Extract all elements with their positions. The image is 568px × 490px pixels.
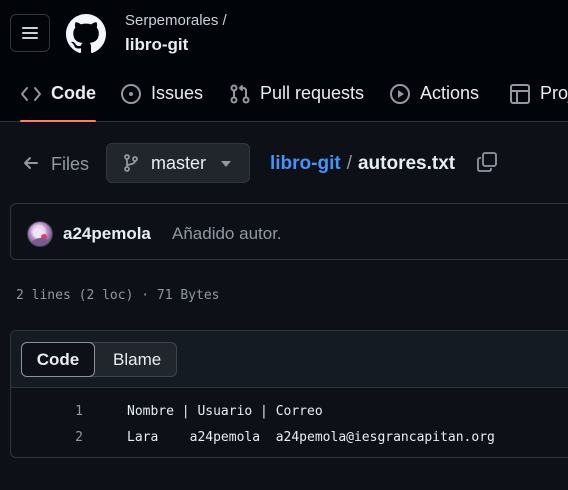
tab-actions[interactable]: Actions	[389, 76, 479, 122]
hamburger-icon	[22, 27, 38, 39]
blame-view-button[interactable]: Blame	[113, 350, 161, 370]
line-content: Nombre | Usuario | Correo	[127, 404, 323, 419]
branch-name: master	[151, 152, 207, 173]
git-pull-request-icon	[229, 83, 251, 105]
breadcrumb-file-name: autores.txt	[357, 153, 456, 174]
tab-pull-requests-label: Pull requests	[260, 83, 365, 103]
repo-name-link[interactable]: libro-git	[125, 35, 188, 55]
commit-author[interactable]: a24pemola	[63, 224, 151, 244]
line-number[interactable]: 1	[47, 404, 83, 419]
file-viewer: Code Blame 1 Nombre | Usuario | Correo 2…	[10, 330, 568, 458]
code-icon	[20, 83, 42, 105]
commit-message[interactable]: Añadido autor.	[172, 224, 282, 244]
tab-projects[interactable]: Proj	[509, 76, 568, 122]
tab-code-label: Code	[51, 83, 96, 103]
git-branch-icon	[124, 154, 138, 172]
tab-issues[interactable]: Issues	[120, 76, 203, 122]
file-meta: 2 lines (2 loc) · 71 Bytes	[16, 288, 220, 303]
breadcrumb-repo-link[interactable]: libro-git	[270, 153, 341, 174]
caret-down-icon	[221, 161, 231, 167]
arrow-left-icon[interactable]	[22, 154, 40, 172]
files-back-link[interactable]: Files	[51, 154, 89, 175]
copy-icon[interactable]	[477, 152, 497, 172]
repo-header: Serpemorales / libro-git Code Issues Pul…	[0, 0, 568, 122]
branch-selector[interactable]: master	[106, 143, 250, 183]
file-viewer-header: Code Blame	[11, 331, 568, 388]
view-mode-toggle: Code Blame	[21, 342, 177, 377]
table-icon	[509, 83, 531, 105]
avatar[interactable]	[27, 221, 53, 247]
breadcrumb-separator: /	[346, 153, 352, 174]
code-lines: 1 Nombre | Usuario | Correo 2 Lara a24pe…	[11, 399, 568, 451]
menu-button[interactable]	[10, 14, 50, 52]
tab-issues-label: Issues	[151, 83, 204, 103]
line-content: Lara a24pemola a24pemola@iesgrancapitan.…	[127, 430, 495, 445]
active-tab-underline	[20, 120, 96, 122]
code-line: 1 Nombre | Usuario | Correo	[11, 399, 568, 425]
tab-pull-requests[interactable]: Pull requests	[229, 76, 364, 122]
latest-commit-box: a24pemola Añadido autor.	[10, 203, 568, 260]
code-line: 2 Lara a24pemola a24pemola@iesgrancapita…	[11, 425, 568, 451]
file-breadcrumb-bar: Files master libro-git / autores.txt	[0, 143, 568, 183]
tab-projects-label: Proj	[540, 83, 568, 103]
play-icon	[389, 83, 411, 105]
repo-owner-link[interactable]: Serpemorales /	[125, 12, 227, 29]
tab-actions-label: Actions	[420, 83, 480, 103]
breadcrumb: libro-git / autores.txt	[270, 153, 455, 175]
tab-code[interactable]: Code	[20, 76, 96, 122]
github-logo[interactable]	[66, 14, 106, 54]
line-number[interactable]: 2	[47, 430, 83, 445]
code-view-button[interactable]: Code	[21, 342, 95, 377]
issue-opened-icon	[120, 83, 142, 105]
avatar-image	[31, 228, 51, 246]
